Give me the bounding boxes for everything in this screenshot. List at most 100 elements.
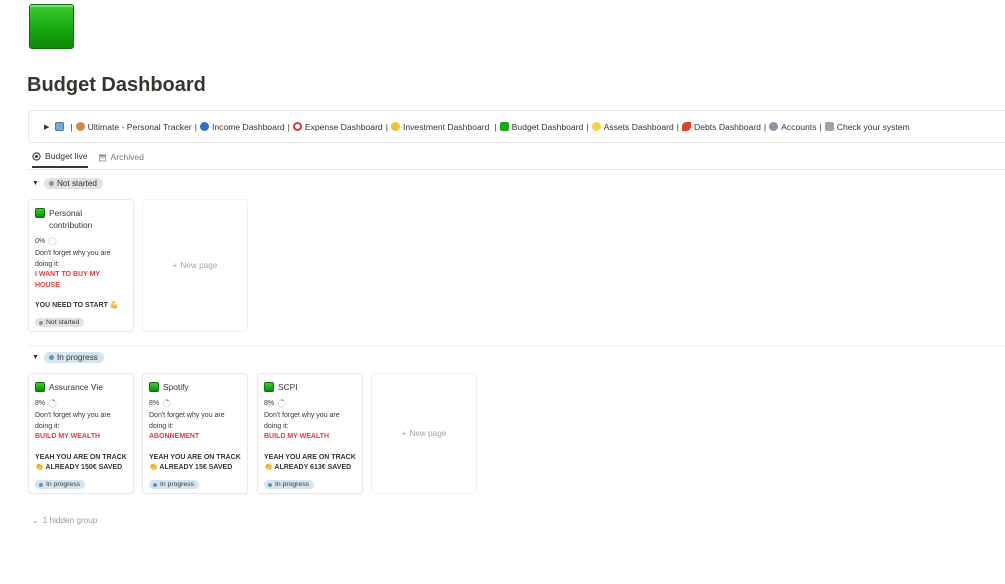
- progress-ring-icon: [48, 399, 57, 408]
- card-reminder: Don't forget why you are doing it:: [149, 412, 225, 430]
- board-card[interactable]: Personal contribution 0% Don't forget wh…: [28, 199, 134, 332]
- group-header-not-started[interactable]: ▼ Not started: [32, 178, 103, 189]
- nav-separator: |: [586, 121, 589, 132]
- card-saved-line: 👏 ALREADY 150€ SAVED: [35, 464, 123, 471]
- card-reminder: Don't forget why you are doing it:: [35, 250, 111, 268]
- card-track-line: YEAH YOU ARE ON TRACK: [35, 453, 127, 461]
- checklist-icon: [824, 122, 834, 131]
- page-icon[interactable]: [29, 4, 74, 49]
- tab-label: Archived: [110, 152, 144, 162]
- green-square-icon: [35, 208, 45, 218]
- progress-percent: 8%: [35, 400, 46, 407]
- card-progress: 8%: [35, 399, 127, 408]
- board-card[interactable]: SCPI 8% Don't forget why you are doing i…: [257, 373, 363, 494]
- card-title-text: SCPI: [278, 382, 298, 392]
- green-square-icon: [264, 382, 274, 392]
- progress-ring-icon: [48, 237, 57, 246]
- new-page-label: New page: [180, 261, 218, 270]
- status-dot-icon: [48, 181, 54, 186]
- new-page-button[interactable]: + New page: [371, 373, 477, 494]
- nav-link-expense-dashboard[interactable]: Expense Dashboard: [292, 121, 383, 132]
- card-goal: BUILD MY WEALTH: [264, 433, 330, 440]
- magnifier-icon: [292, 122, 302, 131]
- tab-budget-live[interactable]: Budget live: [32, 151, 88, 168]
- card-title-text: Spotify: [163, 382, 189, 392]
- coin-icon: [390, 122, 400, 131]
- tracker-icon: [75, 122, 85, 131]
- nav-link-label: Check your system: [836, 121, 910, 132]
- card-title-text: Assurance Vie: [49, 382, 103, 392]
- progress-percent: 8%: [149, 400, 160, 407]
- status-badge: In progress: [149, 480, 200, 489]
- caret-down-icon[interactable]: ▼: [32, 180, 39, 187]
- board-card[interactable]: Spotify 8% Don't forget why you are doin…: [142, 373, 248, 494]
- nav-link-label: Investment Dashboard: [402, 121, 490, 132]
- nav-separator: |: [819, 121, 822, 132]
- nav-link-assets-dashboard[interactable]: Assets Dashboard: [591, 121, 674, 132]
- progress-ring-icon: [162, 399, 171, 408]
- page-title[interactable]: Budget Dashboard: [27, 74, 206, 97]
- nav-link-investment-dashboard[interactable]: Investment Dashboard: [390, 121, 490, 132]
- tab-archived[interactable]: Archived: [98, 151, 144, 168]
- toggle-arrow-icon[interactable]: ▶: [44, 123, 49, 131]
- caret-down-icon[interactable]: ▼: [32, 354, 39, 361]
- progress-ring-icon: [277, 399, 286, 408]
- status-label: Not started: [56, 179, 97, 188]
- nav-link-personal-tracker[interactable]: Ultimate - Personal Tracker: [75, 121, 192, 132]
- tab-label: Budget live: [45, 151, 88, 161]
- archive-icon: [98, 153, 106, 161]
- new-page-label: New page: [409, 429, 447, 438]
- nav-link-income-dashboard[interactable]: Income Dashboard: [199, 121, 285, 132]
- progress-percent: 0%: [35, 238, 46, 245]
- card-title-line: Personal: [49, 208, 83, 218]
- nav-link-label: Expense Dashboard: [304, 121, 383, 132]
- group-divider: [28, 345, 1005, 346]
- nav-separator: |: [763, 121, 767, 132]
- card-goal: I WANT TO BUY MY: [35, 271, 101, 278]
- nav-link-label: Assets Dashboard: [603, 121, 674, 132]
- nav-link-label: Ultimate - Personal Tracker: [87, 121, 192, 132]
- hidden-group-label: 1 hidden group: [42, 516, 98, 525]
- sparkle-icon: [591, 122, 601, 131]
- hidden-groups-toggle[interactable]: ⌄ 1 hidden group: [32, 516, 97, 525]
- card-reminder: Don't forget why you are doing it:: [35, 412, 111, 430]
- status-label: In progress: [46, 481, 81, 488]
- card-saved-line: 👏 ALREADY 15€ SAVED: [149, 464, 233, 471]
- status-badge: In progress: [264, 480, 315, 489]
- status-badge: Not started: [35, 318, 85, 327]
- view-tabs: Budget live Archived: [32, 151, 144, 168]
- card-goal: BUILD MY WEALTH: [35, 433, 101, 440]
- card-progress: 8%: [264, 399, 356, 408]
- progress-percent: 8%: [264, 400, 275, 407]
- group-header-in-progress[interactable]: ▼ In progress: [32, 352, 104, 363]
- card-title: Personal contribution: [35, 207, 127, 231]
- tv-icon: [55, 122, 65, 131]
- card-title: Assurance Vie: [35, 381, 127, 393]
- new-page-button[interactable]: + New page: [142, 199, 248, 332]
- nav-toggle-block: ▶ | Ultimate - Personal Tracker | Income…: [28, 110, 1005, 143]
- nav-link-label: Accounts: [781, 121, 817, 132]
- card-status-line: YOU NEED TO START 💪: [35, 302, 119, 309]
- status-dot-icon: [48, 355, 54, 360]
- card-title-text: Personal contribution: [49, 207, 92, 231]
- nav-link-label: Income Dashboard: [211, 121, 285, 132]
- nav-link-budget-dashboard[interactable]: Budget Dashboard: [499, 122, 583, 132]
- plus-icon: +: [401, 429, 407, 438]
- card-goal: ABONNEMENT: [149, 433, 200, 440]
- status-dot-icon: [39, 320, 43, 325]
- nav-link-accounts[interactable]: Accounts: [769, 121, 817, 132]
- nav-link-check-system[interactable]: Check your system: [824, 121, 910, 132]
- target-icon: [32, 151, 41, 161]
- status-dot-icon: [39, 482, 43, 487]
- card-goal: HOUSE: [35, 281, 60, 289]
- chevron-down-icon: ⌄: [32, 516, 39, 525]
- status-label: In progress: [275, 481, 310, 488]
- nav-separator: |: [70, 121, 73, 132]
- tabs-divider: [28, 169, 1005, 170]
- card-reminder: Don't forget why you are doing it:: [264, 412, 340, 430]
- nav-link-debts-dashboard[interactable]: Debts Dashboard: [682, 122, 761, 132]
- board-card[interactable]: Assurance Vie 8% Don't forget why you ar…: [28, 373, 134, 494]
- card-track-line: YEAH YOU ARE ON TRACK: [264, 453, 356, 461]
- card-saved-line: 👏 ALREADY 613€ SAVED: [264, 464, 352, 471]
- nav-separator: |: [194, 121, 197, 132]
